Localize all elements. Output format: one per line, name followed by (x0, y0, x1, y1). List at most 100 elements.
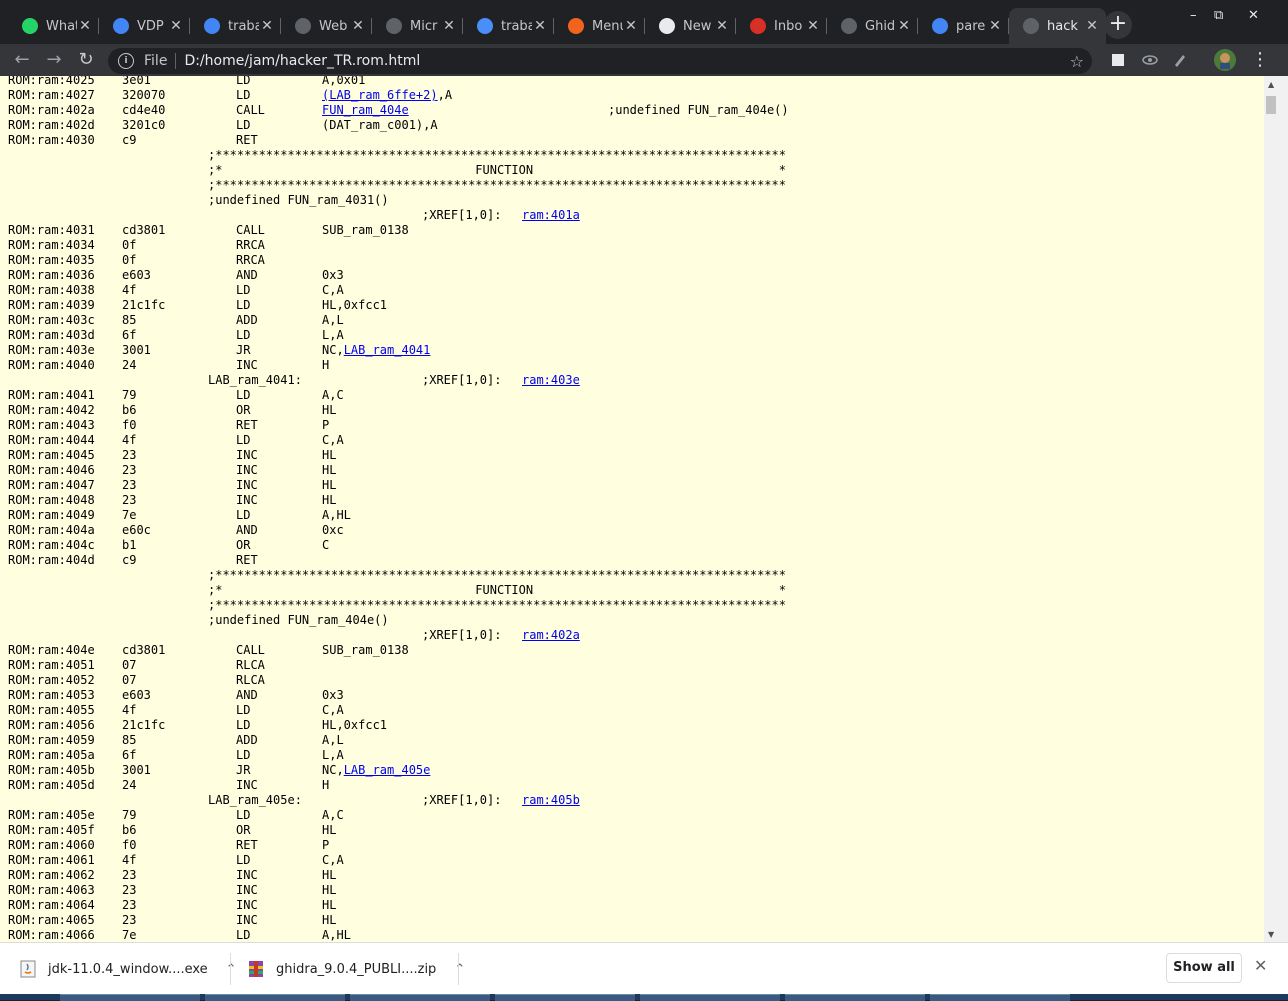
extension-square-icon[interactable] (1110, 52, 1126, 68)
extension-pen-icon[interactable] (1172, 52, 1188, 68)
address: ROM:ram:4034 (8, 238, 95, 252)
new-tab-button[interactable]: + (1104, 11, 1132, 39)
scrollbar-thumb[interactable] (1266, 96, 1276, 114)
operand[interactable]: NC,LAB_ram_405e (322, 763, 430, 778)
tab-title: Web (319, 18, 348, 34)
operand-text: HL (322, 463, 337, 477)
extension-eye-icon[interactable] (1142, 52, 1158, 68)
address: ROM:ram:4027 (8, 88, 95, 102)
restore-button[interactable]: ⧉ (1214, 8, 1223, 23)
tab-0[interactable]: What ✕ (8, 8, 99, 44)
address: ROM:ram:4065 (8, 913, 95, 927)
download-item-ghidra[interactable]: ghidra_9.0.4_PUBLI....zip ⌃ (248, 943, 465, 995)
bytes: 3e01 (122, 76, 151, 87)
address-bar[interactable]: i File D:/home/jam/hacker_TR.rom.html ☆ (108, 48, 1092, 74)
bytes: 07 (122, 658, 137, 672)
close-downloads-bar-icon[interactable]: ✕ (1254, 956, 1267, 975)
instruction-row: ROM:ram:4062 23 INC HL (0, 868, 1264, 883)
close-tab-icon[interactable]: ✕ (350, 18, 366, 34)
operand-link[interactable]: FUN_ram_404e (322, 103, 409, 117)
bytes: 0f (122, 238, 137, 252)
xref-link[interactable]: ram:401a (522, 208, 580, 223)
close-tab-icon[interactable]: ✕ (623, 18, 639, 34)
tab-10[interactable]: pare ✕ (918, 8, 1009, 44)
tab-11[interactable]: hack ✕ (1009, 8, 1106, 44)
tab-8[interactable]: Inbo ✕ (736, 8, 827, 44)
operand[interactable]: FUN_ram_404e (322, 103, 409, 118)
mnemonic: RET (236, 553, 258, 567)
info-icon[interactable]: i (118, 53, 134, 69)
close-tab-icon[interactable]: ✕ (805, 18, 821, 34)
instruction-row: ROM:ram:402d 3201c0 LD (DAT_ram_c001),A (0, 118, 1264, 133)
close-tab-icon[interactable]: ✕ (987, 18, 1003, 34)
close-tab-icon[interactable]: ✕ (896, 18, 912, 34)
bytes: 23 (122, 448, 137, 462)
close-tab-icon[interactable]: ✕ (714, 18, 730, 34)
operand-text: 0x3 (322, 688, 344, 702)
operand: HL (322, 448, 336, 463)
operand-text: P (322, 418, 330, 432)
operand: 0x3 (322, 268, 344, 283)
close-tab-icon[interactable]: ✕ (77, 18, 93, 34)
forward-button[interactable]: → (42, 48, 66, 72)
close-tab-icon[interactable]: ✕ (441, 18, 457, 34)
operand: HL (322, 403, 336, 418)
header-text: ;* FUNCTION * (208, 583, 786, 597)
address: ROM:ram:4052 (8, 673, 95, 687)
back-button[interactable]: ← (10, 48, 34, 72)
tab-2[interactable]: traba ✕ (190, 8, 281, 44)
operand-text: 0x3 (322, 268, 344, 282)
operand-link[interactable]: LAB_ram_405e (344, 763, 431, 777)
address: ROM:ram:402d (8, 118, 95, 132)
scroll-up-arrow-icon[interactable]: ▲ (1268, 80, 1274, 89)
close-tab-icon[interactable]: ✕ (532, 18, 548, 34)
xref-text: ;XREF[1,0]: (422, 373, 502, 387)
tab-9[interactable]: Ghid ✕ (827, 8, 918, 44)
operand-text: P (322, 838, 330, 852)
close-tab-icon[interactable]: ✕ (1084, 18, 1100, 34)
minimize-button[interactable]: – (1190, 8, 1197, 23)
vertical-scrollbar[interactable] (1264, 76, 1288, 942)
profile-avatar[interactable] (1214, 49, 1236, 71)
scroll-down-arrow-icon[interactable]: ▼ (1268, 930, 1274, 939)
tab-6[interactable]: Menu✕ (554, 8, 645, 44)
xref-link[interactable]: ram:402a (522, 628, 580, 643)
xref-link[interactable]: ram:405b (522, 793, 580, 808)
chevron-up-icon[interactable]: ⌃ (226, 962, 237, 977)
mnemonic: INC (236, 463, 258, 477)
mnemonic: LD (236, 748, 251, 762)
download-item-jdk[interactable]: jdk-11.0.4_window....exe ⌃ (20, 943, 237, 995)
etsy-icon (568, 18, 584, 34)
operand[interactable]: (LAB_ram_6ffe+2),A (322, 88, 452, 103)
operand[interactable]: NC,LAB_ram_4041 (322, 343, 430, 358)
bookmark-star-icon[interactable]: ☆ (1070, 52, 1084, 71)
close-window-button[interactable]: ✕ (1248, 8, 1259, 23)
reload-button[interactable]: ↻ (74, 48, 98, 72)
address: ROM:ram:4059 (8, 733, 95, 747)
chevron-up-icon[interactable]: ⌃ (454, 962, 465, 977)
tab-5[interactable]: traba ✕ (463, 8, 554, 44)
operand: A,L (322, 733, 344, 748)
browser-menu-button[interactable]: ⋮ (1248, 48, 1272, 72)
mnemonic: LD (236, 88, 251, 102)
tab-4[interactable]: Micr ✕ (372, 8, 463, 44)
show-all-downloads-button[interactable]: Show all (1166, 953, 1242, 983)
mnemonic: OR (236, 538, 251, 552)
url-text[interactable]: D:/home/jam/hacker_TR.rom.html (184, 53, 420, 69)
close-tab-icon[interactable]: ✕ (168, 18, 184, 34)
tab-3[interactable]: Web ✕ (281, 8, 372, 44)
close-tab-icon[interactable]: ✕ (259, 18, 275, 34)
github-icon (659, 18, 675, 34)
operand-text: A,0x01 (322, 76, 366, 87)
tab-7[interactable]: New ✕ (645, 8, 736, 44)
bytes: 6f (122, 748, 137, 762)
operand: C (322, 538, 329, 553)
page-content: ROM:ram:4025 3e01 LD A,0x01 ROM:ram:4027 3200… (0, 76, 1264, 942)
xref-link[interactable]: ram:403e (522, 373, 580, 388)
operand-link[interactable]: (LAB_ram_6ffe+2) (322, 88, 438, 102)
globe-icon (386, 18, 402, 34)
tab-1[interactable]: VDP ✕ (99, 8, 190, 44)
whatsapp-icon (22, 18, 38, 34)
mnemonic: INC (236, 868, 258, 882)
operand-link[interactable]: LAB_ram_4041 (344, 343, 431, 357)
